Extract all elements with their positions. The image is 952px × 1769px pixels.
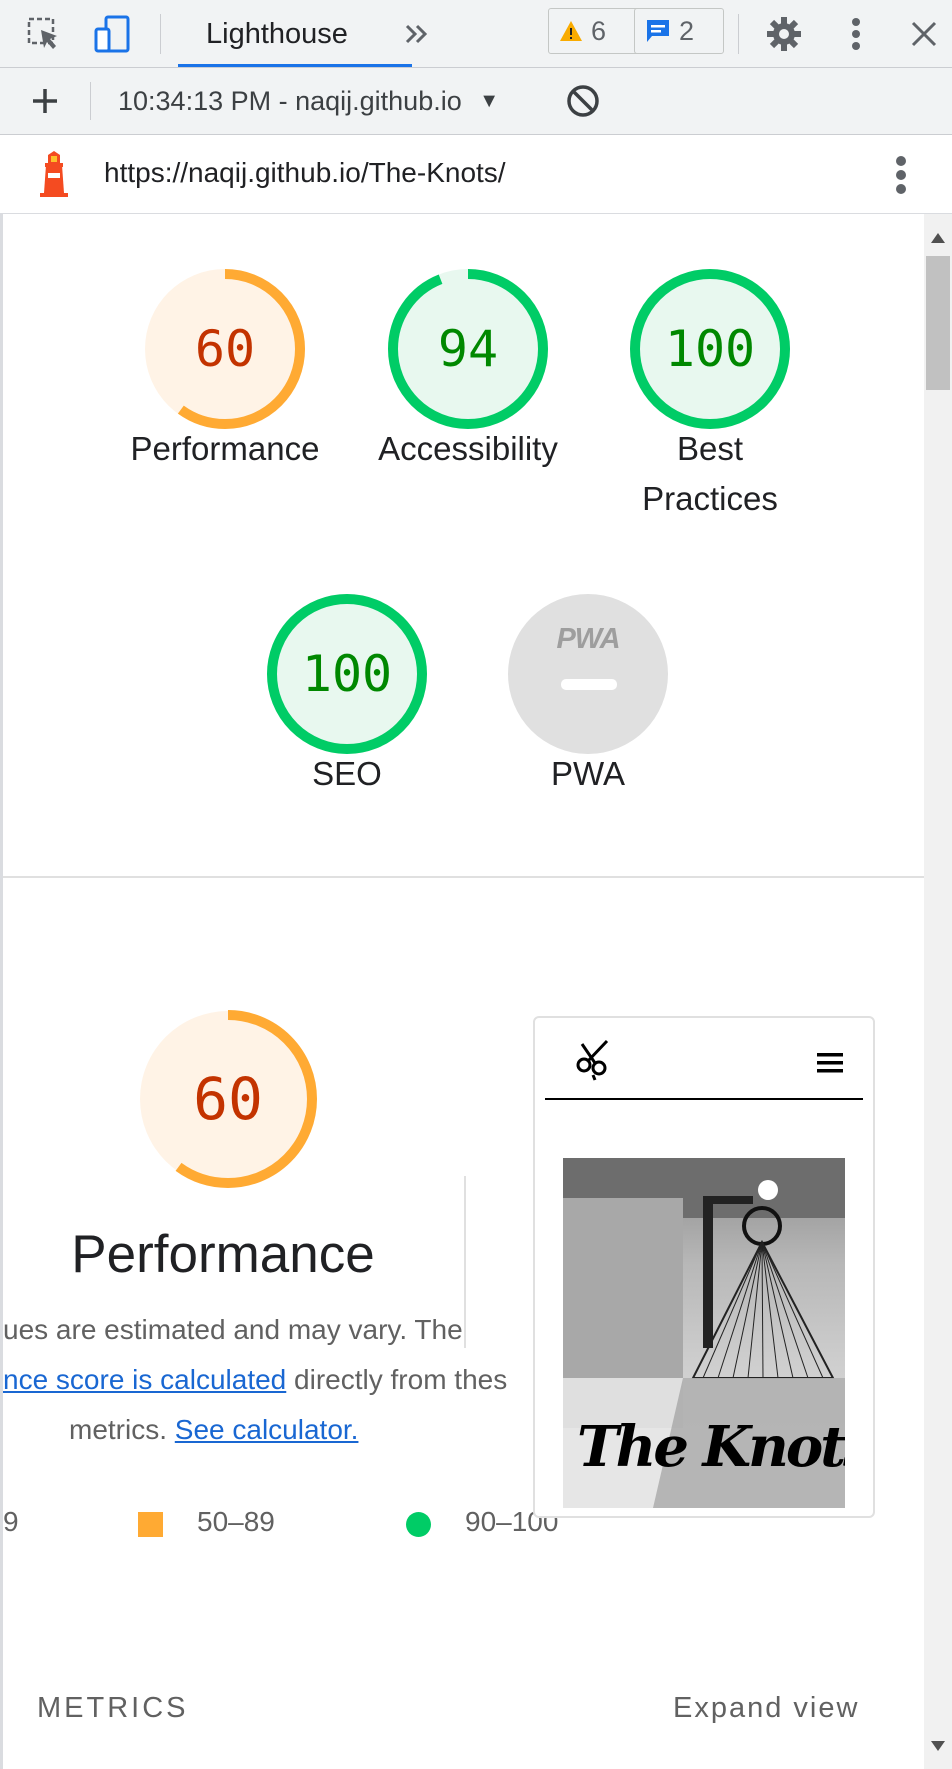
performance-large-gauge: 60 <box>133 1004 323 1194</box>
scrollbar-thumb[interactable] <box>926 256 950 390</box>
metrics-heading: METRICS <box>37 1692 189 1724</box>
legend-average-square-icon <box>138 1512 163 1537</box>
performance-description-line2-rest: directly from thes <box>286 1364 508 1395</box>
warnings-badge[interactable]: 6 <box>548 8 642 54</box>
best-practices-label: Best Practices <box>642 430 778 517</box>
report-selector-label: 10:34:13 PM - naqij.github.io <box>118 86 462 116</box>
legend-average-range: 50–89 <box>197 1506 275 1537</box>
pwa-badge-icon <box>508 594 668 754</box>
dropdown-arrow-icon: ▼ <box>479 90 500 112</box>
performance-label: Performance <box>130 430 320 467</box>
best-practices-score: 100 <box>664 320 756 378</box>
legend-fail-range: 9 <box>3 1506 19 1537</box>
performance-gauge[interactable]: 60 <box>140 264 310 434</box>
report-content: 60 Performance 94 Accessibility 100 Best… <box>0 214 924 1769</box>
report-menu-icon[interactable] <box>894 153 908 197</box>
close-icon[interactable] <box>904 14 944 54</box>
accessibility-score: 94 <box>437 320 499 378</box>
hamburger-menu-icon <box>817 1052 843 1074</box>
seo-score: 100 <box>301 645 393 703</box>
scroll-up-arrow-icon[interactable] <box>931 230 945 248</box>
performance-score: 60 <box>194 320 256 378</box>
warnings-count: 6 <box>591 15 607 46</box>
seo-gauge[interactable]: 100 <box>262 589 432 759</box>
performance-description-line1: ues are estimated and may vary. The <box>3 1314 463 1345</box>
best-practices-gauge[interactable]: 100 <box>625 264 795 434</box>
lighthouse-logo-icon <box>34 151 74 199</box>
hero-image: The Knots <box>563 1158 845 1508</box>
devtools-tabbar: Lighthouse 6 2 <box>0 0 952 68</box>
inspect-element-icon[interactable] <box>24 14 64 54</box>
performance-title: Performance <box>71 1225 375 1284</box>
metrics-text: metrics. <box>69 1414 167 1445</box>
seo-label: SEO <box>312 755 382 792</box>
messages-badge[interactable]: 2 <box>634 8 724 54</box>
tab-lighthouse-label: Lighthouse <box>206 18 348 50</box>
clear-block-icon[interactable] <box>564 82 602 120</box>
performance-description-line2: nce score is calculated directly from th… <box>3 1364 507 1396</box>
settings-gear-icon[interactable] <box>764 14 804 54</box>
accessibility-gauge[interactable]: 94 <box>383 264 553 434</box>
scroll-down-arrow-icon[interactable] <box>931 1738 945 1756</box>
legend-pass-circle-icon <box>406 1512 431 1537</box>
performance-description-line3: metrics. See calculator. <box>69 1414 358 1446</box>
message-icon <box>647 20 669 42</box>
hero-caption: The Knots <box>577 1414 845 1480</box>
score-calculated-link[interactable]: nce score is calculated <box>3 1364 286 1395</box>
tab-lighthouse[interactable]: Lighthouse <box>178 0 412 67</box>
pwa-logo-text: PWA <box>556 623 620 655</box>
see-calculator-link[interactable]: See calculator. <box>175 1414 359 1445</box>
site-header-rule <box>545 1098 863 1100</box>
lighthouse-toolbar: 10:34:13 PM - naqij.github.io ▼ <box>0 68 952 135</box>
device-toolbar-icon[interactable] <box>92 14 132 54</box>
expand-view-toggle[interactable]: Expand view <box>673 1692 859 1725</box>
report-selector[interactable]: 10:34:13 PM - naqij.github.io ▼ <box>118 86 499 117</box>
vertical-scrollbar[interactable] <box>924 214 952 1769</box>
performance-large-score: 60 <box>193 1065 263 1133</box>
scissors-logo-icon <box>573 1038 613 1082</box>
pwa-gauge[interactable]: PWA <box>503 589 673 759</box>
report-url-bar: https://naqij.github.io/The-Knots/ <box>0 135 952 214</box>
more-options-icon[interactable] <box>836 14 876 54</box>
report-url[interactable]: https://naqij.github.io/The-Knots/ <box>104 157 506 189</box>
more-tabs-icon[interactable] <box>396 14 436 54</box>
pwa-label: PWA <box>551 755 625 792</box>
accessibility-label: Accessibility <box>378 430 558 467</box>
performance-vertical-divider <box>464 1176 466 1348</box>
warning-icon <box>560 21 582 41</box>
final-screenshot[interactable]: The Knots <box>533 1016 875 1518</box>
section-divider <box>3 876 924 878</box>
new-report-icon[interactable] <box>26 82 64 120</box>
messages-count: 2 <box>679 15 695 46</box>
